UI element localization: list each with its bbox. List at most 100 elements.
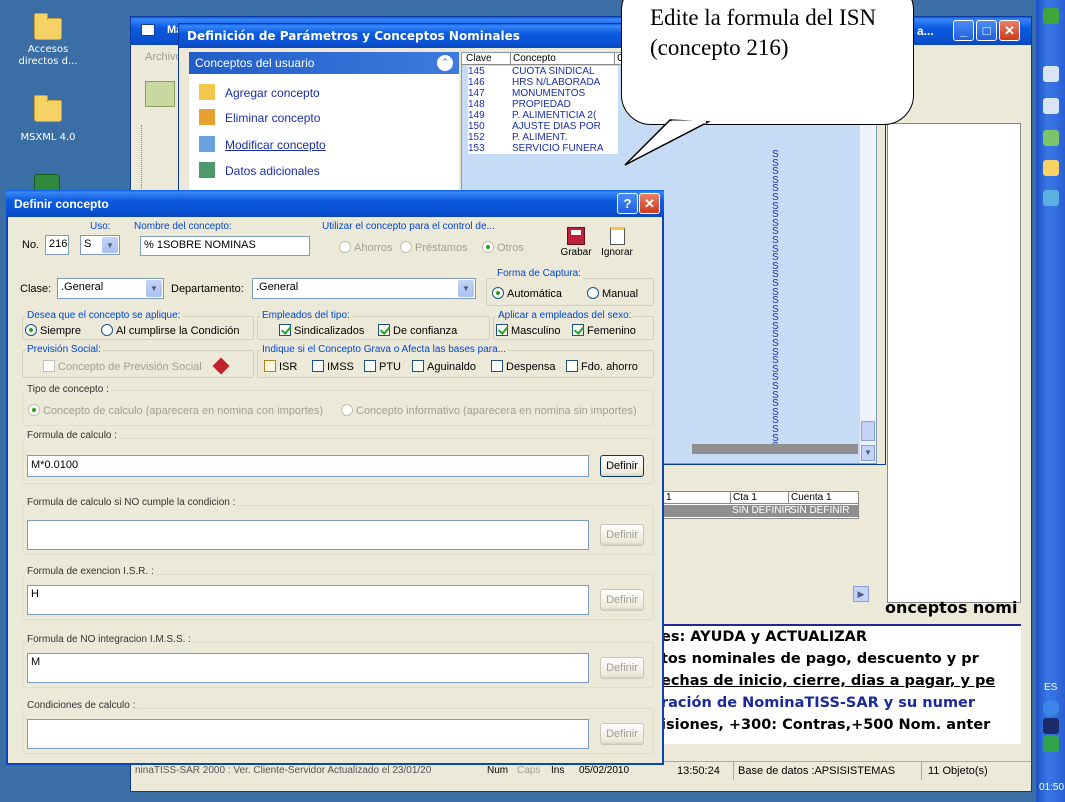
formula-imss-field[interactable]: M: [27, 653, 589, 683]
nombre-field[interactable]: % 1SOBRE NOMINAS: [140, 236, 310, 256]
quicklaunch-icon[interactable]: [1043, 190, 1059, 206]
list-item[interactable]: 145 CUOTA SINDICAL: [468, 66, 618, 77]
formula-calculo-definir-button[interactable]: Definir: [600, 455, 644, 477]
calculo-option[interactable]: Concepto de calculo (aparecera en nomina…: [28, 404, 323, 417]
heading-text: onceptos nomi: [885, 598, 1018, 617]
clock[interactable]: 01:50: [1039, 782, 1064, 793]
task-datos[interactable]: Datos adicionales: [199, 162, 320, 178]
condicion-option[interactable]: Al cumplirse la Condición: [101, 324, 240, 337]
informativo-option[interactable]: Concepto informativo (aparecera en nomin…: [341, 404, 637, 417]
automatica-option[interactable]: Automática: [492, 287, 562, 300]
desktop-icon-folder[interactable]: [16, 95, 80, 126]
close-button[interactable]: ✕: [639, 193, 660, 214]
task-panel-header[interactable]: Conceptos del usuario ⌃: [189, 52, 459, 74]
ahorros-option[interactable]: Ahorros: [339, 241, 393, 254]
formula-exencion-definir-button[interactable]: Definir: [600, 589, 644, 611]
grid-header-cell: 1: [666, 492, 672, 503]
collapse-icon[interactable]: ⌃: [437, 55, 453, 71]
condiciones-field[interactable]: [27, 719, 589, 749]
task-label: Eliminar concepto: [225, 111, 321, 125]
ignorar-button[interactable]: Ignorar: [598, 225, 636, 265]
tray-icon[interactable]: [1043, 718, 1059, 734]
help-button[interactable]: ?: [617, 193, 638, 214]
grid[interactable]: 1 Cta 1 Cuenta 1 SIN DEFINIR SIN DEFINIR: [661, 491, 859, 519]
formula-no-cumple-field[interactable]: [27, 520, 589, 550]
depto-select[interactable]: .General ▼: [252, 278, 476, 299]
aguinaldo-check[interactable]: Aguinaldo: [412, 360, 476, 373]
condiciones-definir-button[interactable]: Definir: [600, 723, 644, 745]
ignorar-label: Ignorar: [601, 247, 633, 258]
list-item[interactable]: 150 AJUSTE DIAS POR: [468, 121, 618, 132]
tree-view[interactable]: [141, 125, 181, 195]
no-field[interactable]: 216: [45, 235, 69, 255]
formula-no-cumple-definir-button[interactable]: Definir: [600, 524, 644, 546]
isr-check[interactable]: ISR: [264, 360, 297, 373]
despensa-check[interactable]: Despensa: [491, 360, 556, 373]
desktop-icon-accesos[interactable]: Accesos directos d...: [16, 13, 80, 68]
prestamos-option[interactable]: Préstamos: [400, 241, 468, 254]
tray-icon[interactable]: [1043, 700, 1059, 716]
control-label: Utilizar el concepto para el control de.…: [320, 221, 497, 232]
grava-label: Indique si el Concepto Grava o Afecta la…: [260, 344, 509, 355]
list-item[interactable]: 149 P. ALIMENTICIA 2(: [468, 110, 618, 121]
save-icon: [567, 227, 585, 245]
desktop-icon-msxml-label[interactable]: MSXML 4.0: [16, 132, 80, 144]
captura-label: Forma de Captura:: [495, 268, 583, 279]
folder-icon[interactable]: [1043, 160, 1059, 176]
list-rows[interactable]: 145 CUOTA SINDICAL 146 HRS N/LABORADA 147 M…: [468, 66, 618, 154]
tray-icon[interactable]: [1043, 736, 1059, 752]
quicklaunch-icon[interactable]: [1043, 66, 1059, 82]
list-item[interactable]: 153 SERVICIO FUNERA: [468, 143, 618, 154]
quicklaunch-icon[interactable]: [1043, 130, 1059, 146]
scroll-arrow-right[interactable]: ▶: [853, 586, 869, 602]
confianza-check[interactable]: De confianza: [378, 324, 457, 337]
ptu-check[interactable]: PTU: [364, 360, 401, 373]
chevron-down-icon: ▼: [458, 280, 474, 297]
manual-option[interactable]: Manual: [587, 287, 638, 300]
menu-item-archivo[interactable]: Archivo: [145, 51, 182, 63]
prevision-check[interactable]: Concepto de Previsión Social: [43, 360, 202, 373]
dialog-titlebar: Definir concepto ? ✕: [6, 190, 664, 217]
maximize-button[interactable]: □: [976, 20, 997, 41]
folder-icon: [34, 95, 62, 122]
clase-select[interactable]: .General ▼: [57, 278, 164, 299]
list-item[interactable]: 152 P. ALIMENT.: [468, 132, 618, 143]
imss-check[interactable]: IMSS: [312, 360, 354, 373]
list-header-cell: Clave: [466, 53, 492, 64]
condiciones-label: Condiciones de calculo :: [25, 700, 138, 711]
desktop-icon-label: Accesos directos d...: [18, 44, 78, 67]
siempre-option[interactable]: Siempre: [25, 324, 81, 337]
scroll-thumb[interactable]: [861, 421, 875, 441]
help-line: es: AYUDA y ACTUALIZAR: [661, 629, 868, 645]
window-icon: [141, 24, 155, 36]
femenino-check[interactable]: Femenino: [572, 324, 636, 337]
list-item[interactable]: 146 HRS N/LABORADA: [468, 77, 618, 88]
grid-row[interactable]: SIN DEFINIR SIN DEFINIR: [662, 505, 858, 517]
quicklaunch-icon[interactable]: [1043, 98, 1059, 114]
fdo-ahorro-check[interactable]: Fdo. ahorro: [566, 360, 638, 373]
formula-exencion-field[interactable]: H: [27, 585, 589, 615]
scroll-down-arrow[interactable]: ▼: [861, 445, 875, 461]
task-eliminar[interactable]: Eliminar concepto: [199, 109, 320, 125]
selected-row[interactable]: [692, 444, 858, 454]
start-icon[interactable]: [1043, 8, 1059, 24]
aplique-label: Desea que el concepto se aplique:: [25, 310, 183, 321]
task-modificar[interactable]: Modificar concepto: [199, 136, 326, 152]
otros-option[interactable]: Otros: [482, 241, 524, 254]
grid-cell: SIN DEFINIR: [732, 505, 792, 516]
toolbar-button[interactable]: [145, 81, 175, 107]
language-indicator[interactable]: ES: [1044, 682, 1057, 693]
formula-calculo-field[interactable]: M*0.0100: [27, 455, 589, 477]
uso-select[interactable]: S ▼: [80, 235, 120, 255]
formula-imss-definir-button[interactable]: Definir: [600, 657, 644, 679]
masculino-check[interactable]: Masculino: [496, 324, 561, 337]
task-agregar[interactable]: Agregar concepto: [199, 84, 320, 100]
callout-text: Edite la formula del ISN (concepto 216): [650, 5, 877, 60]
grabar-button[interactable]: Grabar: [559, 225, 593, 265]
close-button[interactable]: ✕: [999, 20, 1020, 41]
dialog-title: Definir concepto: [14, 197, 109, 211]
list-item[interactable]: 147 MONUMENTOS: [468, 88, 618, 99]
sindicalizados-check[interactable]: Sindicalizados: [279, 324, 364, 337]
list-item[interactable]: 148 PROPIEDAD: [468, 99, 618, 110]
minimize-button[interactable]: _: [953, 20, 974, 41]
